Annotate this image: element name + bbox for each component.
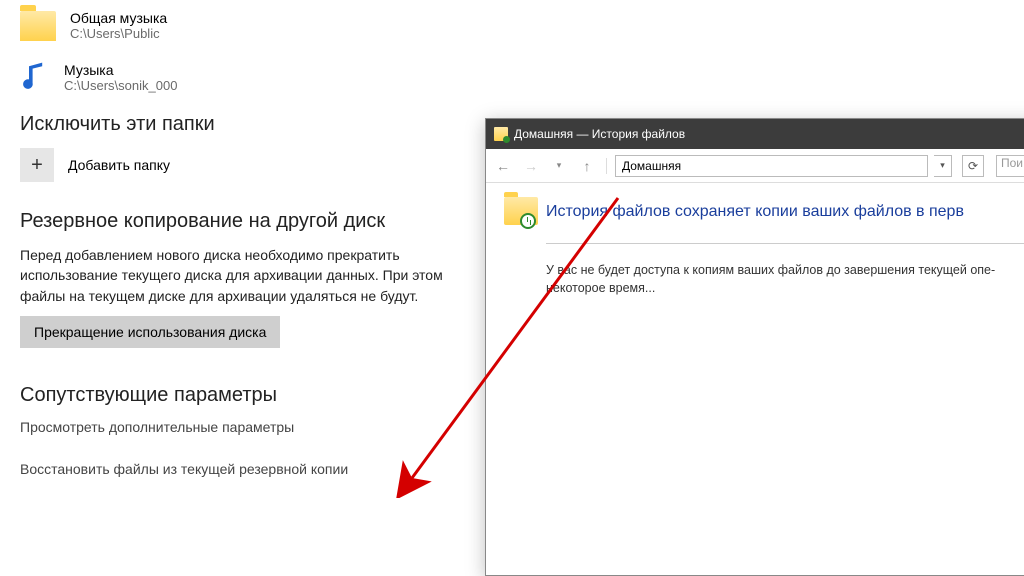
folder-item-music[interactable]: Музыка C:\Users\sonik_000 — [20, 59, 470, 95]
recent-locations-button[interactable]: ▾ — [548, 155, 570, 177]
file-history-window: Домашняя — История файлов ← → ▾ ↑ Домашн… — [485, 118, 1024, 576]
link-more-params[interactable]: Просмотреть дополнительные параметры — [20, 419, 470, 435]
address-text: Домашняя — [622, 159, 681, 173]
separator — [606, 158, 607, 174]
folder-path: C:\Users\sonik_000 — [64, 78, 177, 93]
refresh-button[interactable]: ⟳ — [962, 155, 984, 177]
add-folder-row: + Добавить папку — [20, 148, 470, 182]
folder-text: Музыка C:\Users\sonik_000 — [64, 62, 177, 93]
file-history-paragraph: У вас не будет доступа к копиям ваших фа… — [546, 262, 1024, 297]
back-button[interactable]: ← — [492, 155, 514, 177]
folder-path: C:\Users\Public — [70, 26, 167, 41]
backup-description: Перед добавлением нового диска необходим… — [20, 245, 460, 306]
file-history-body: История файлов сохраняет копии ваших фай… — [486, 183, 1024, 315]
stop-disk-button[interactable]: Прекращение использования диска — [20, 316, 280, 348]
forward-button[interactable]: → — [520, 155, 542, 177]
address-bar[interactable]: Домашняя — [615, 155, 928, 177]
window-title: Домашняя — История файлов — [514, 127, 685, 141]
file-history-icon — [494, 127, 508, 141]
address-dropdown[interactable]: ▾ — [934, 155, 952, 177]
nav-toolbar: ← → ▾ ↑ Домашняя ▾ ⟳ Пои — [486, 149, 1024, 183]
search-input[interactable]: Пои — [996, 155, 1024, 177]
folder-title: Музыка — [64, 62, 177, 78]
music-note-icon — [20, 59, 50, 95]
divider — [546, 243, 1024, 244]
backup-heading: Резервное копирование на другой диск — [20, 210, 470, 233]
add-folder-label: Добавить папку — [68, 157, 170, 173]
window-titlebar[interactable]: Домашняя — История файлов — [486, 119, 1024, 149]
clock-badge-icon — [520, 213, 536, 229]
add-folder-button[interactable]: + — [20, 148, 54, 182]
related-heading: Сопутствующие параметры — [20, 384, 470, 407]
exclude-heading: Исключить эти папки — [20, 113, 470, 136]
folder-text: Общая музыка C:\Users\Public — [70, 10, 167, 41]
up-button[interactable]: ↑ — [576, 155, 598, 177]
folder-icon — [20, 11, 56, 41]
folder-title: Общая музыка — [70, 10, 167, 26]
folder-item-public-music[interactable]: Общая музыка C:\Users\Public — [20, 10, 470, 41]
file-history-headline: История файлов сохраняет копии ваших фай… — [546, 203, 1024, 221]
settings-pane: Общая музыка C:\Users\Public Музыка C:\U… — [20, 10, 470, 477]
link-restore-files[interactable]: Восстановить файлы из текущей резервной … — [20, 461, 470, 477]
